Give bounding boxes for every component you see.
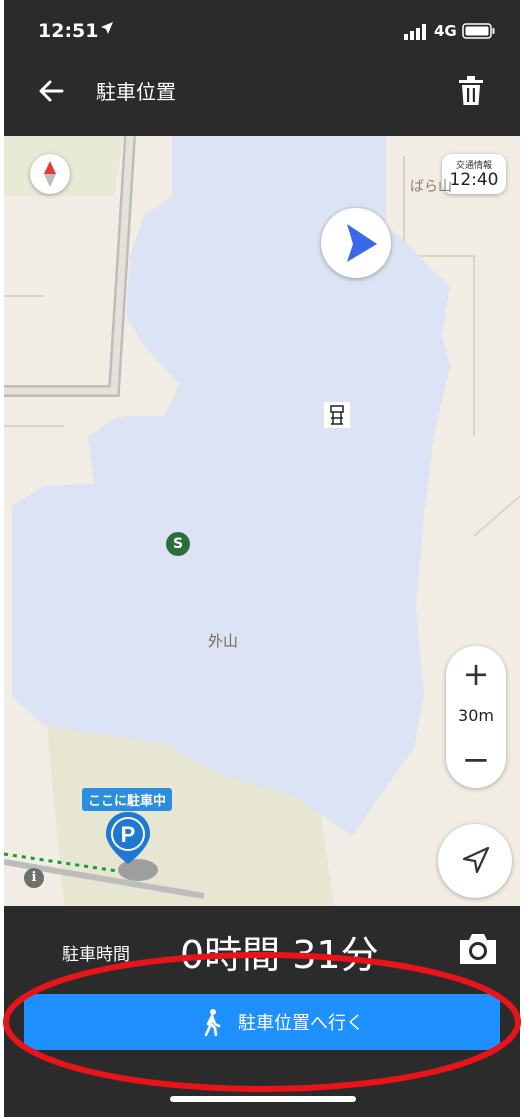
- poi-starbucks-icon[interactable]: S: [166, 532, 190, 556]
- compass-button[interactable]: [30, 154, 70, 194]
- battery-icon: [462, 23, 495, 39]
- status-time: 12:51: [38, 20, 99, 42]
- poi-monument-icon[interactable]: [324, 402, 350, 428]
- navigation-icon: [462, 846, 490, 874]
- page-title: 駐車位置: [96, 80, 176, 104]
- svg-text:P: P: [121, 822, 136, 847]
- status-bar: 12:51 4G: [4, 0, 520, 62]
- signal-icon: [404, 24, 426, 40]
- zoom-out-button[interactable]: −: [446, 740, 506, 780]
- zoom-scale: 30m: [458, 706, 494, 725]
- place-label-bara: ばら山: [410, 179, 452, 195]
- compass-icon: [44, 161, 56, 187]
- zoom-in-button[interactable]: +: [446, 654, 506, 694]
- location-arrow-icon: [101, 22, 113, 34]
- recenter-button[interactable]: [438, 824, 512, 898]
- back-arrow-icon[interactable]: [36, 76, 66, 106]
- area-label: 外山: [208, 632, 239, 650]
- current-location-marker: [321, 208, 391, 278]
- navigation-arrow-icon: [347, 224, 377, 262]
- zoom-control: + 30m −: [446, 646, 506, 788]
- map-view[interactable]: 交通情報 12:40 ばら山 S 外山 + 30m − ここに駐車中 P i: [4, 136, 520, 906]
- app-header: 駐車位置: [4, 62, 520, 136]
- trash-icon[interactable]: [456, 74, 486, 108]
- red-annotation-ellipse: [3, 952, 521, 1092]
- parked-here-label: ここに駐車中: [82, 788, 173, 811]
- info-icon[interactable]: i: [24, 868, 44, 888]
- network-type: 4G: [434, 22, 457, 40]
- parking-pin-icon[interactable]: P: [104, 812, 164, 886]
